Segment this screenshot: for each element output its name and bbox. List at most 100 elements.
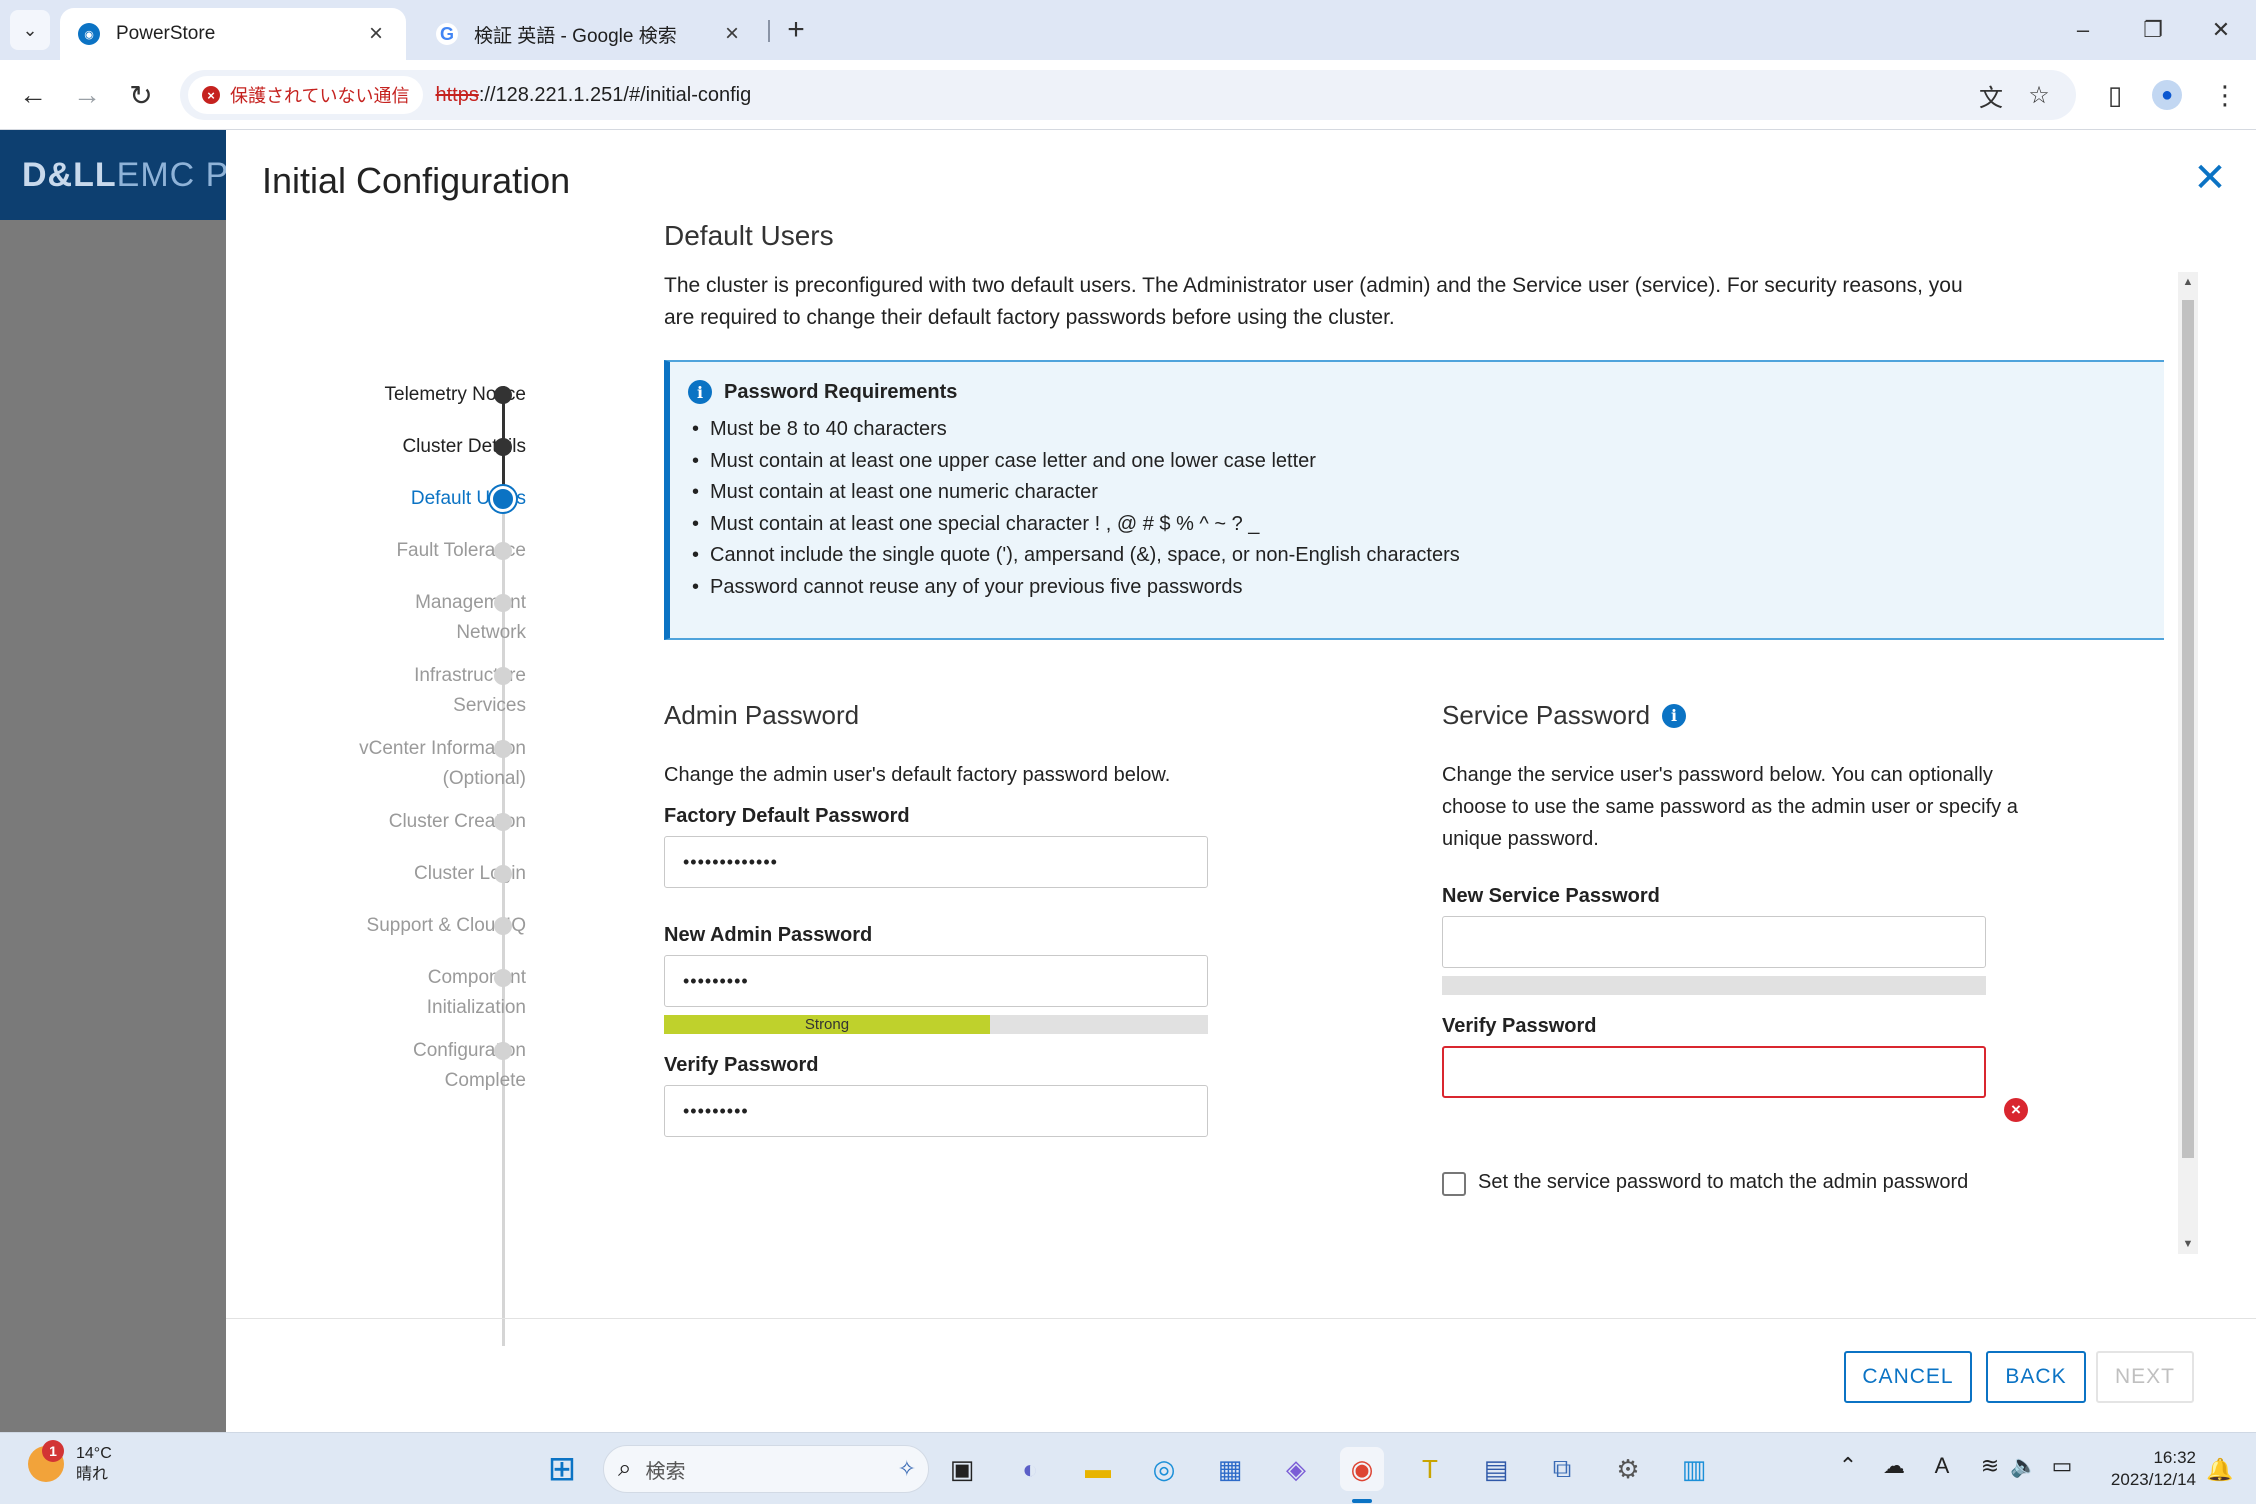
service-password-desc: Change the service user's password below…	[1442, 764, 2018, 850]
password-requirements-box: i Password Requirements Must be 8 to 40 …	[664, 360, 2164, 640]
next-button[interactable]: NEXT	[2096, 1351, 2194, 1403]
error-icon: ×	[2004, 1098, 2028, 1122]
list-item: Must contain at least one special charac…	[692, 509, 1460, 541]
tab-google-search[interactable]: G 検証 英語 - Google 検索 ×	[418, 8, 762, 60]
step-current-dot	[490, 486, 516, 512]
network-app-icon[interactable]: ⧉	[1540, 1447, 1584, 1491]
battery-icon[interactable]: ▭	[2046, 1453, 2078, 1479]
dell-emc-logo: D&LLEMC P	[22, 156, 230, 194]
edge-icon[interactable]: ◎	[1142, 1447, 1186, 1491]
factory-password-label: Factory Default Password	[664, 805, 910, 827]
info-icon[interactable]: i	[1662, 703, 1687, 728]
search-highlight-icon: ✧	[897, 1456, 916, 1481]
ime-icon[interactable]: A	[1926, 1453, 1958, 1479]
match-admin-checkbox[interactable]	[1442, 1172, 1466, 1196]
text-editor-icon[interactable]: T	[1408, 1447, 1452, 1491]
side-panel-icon[interactable]: ▯	[2094, 74, 2136, 116]
address-bar[interactable]: × 保護されていない通信 https://128.221.1.251/#/ini…	[180, 70, 2076, 120]
windows-taskbar: 1 14°C 晴れ ⊞ ⌕ 検索 ✧ ▣ ◐ ▬ ◎ ▦ ◈ ◉ T ▤ ⧉ ⚙…	[0, 1432, 2256, 1504]
scroll-down-icon[interactable]: ▼	[2178, 1234, 2198, 1254]
scroll-thumb[interactable]	[2182, 300, 2194, 1158]
reload-icon[interactable]: ↻	[120, 74, 162, 116]
security-label: 保護されていない通信	[230, 86, 410, 106]
admin-password-title: Admin Password	[664, 700, 860, 730]
scroll-up-icon[interactable]: ▲	[2178, 272, 2198, 292]
back-icon[interactable]: ←	[12, 74, 54, 116]
system-clock[interactable]: 16:32 2023/12/14	[2090, 1447, 2196, 1491]
tab-separator	[768, 20, 770, 42]
step-cluster-details: Cluster Details	[402, 436, 526, 457]
step-pending-dot	[494, 917, 512, 935]
step-cluster-creation: Cluster Creation	[388, 811, 526, 832]
chat-icon[interactable]: ◐	[1008, 1447, 1052, 1491]
password-strength-meter: Strong	[664, 1015, 1208, 1034]
file-explorer-icon[interactable]: ▬	[1076, 1447, 1120, 1491]
cancel-button[interactable]: CANCEL	[1844, 1351, 1972, 1403]
browser-tab-strip: ⌄ ◉ PowerStore × G 検証 英語 - Google 検索 × +…	[0, 0, 2256, 60]
notepad-icon[interactable]: ▥	[1672, 1447, 1716, 1491]
close-window-button[interactable]: ✕	[2196, 10, 2246, 50]
active-app-indicator	[1352, 1499, 1372, 1503]
temperature: 14°C	[76, 1445, 112, 1462]
step-default-users: Default Users	[410, 488, 526, 509]
settings-gear-icon[interactable]: ⚙	[1606, 1447, 1650, 1491]
verify-service-password-input[interactable]	[1442, 1046, 1986, 1098]
bookmark-star-icon[interactable]: ☆	[2022, 78, 2056, 112]
verify-admin-password-input[interactable]: •••••••••	[664, 1085, 1208, 1137]
url-text[interactable]: https://128.221.1.251/#/initial-config	[435, 84, 751, 107]
content-scrollbar[interactable]: ▲ ▼	[2178, 272, 2198, 1254]
close-tab-icon[interactable]: ×	[364, 20, 388, 48]
admin-password-desc: Change the admin user's default factory …	[664, 764, 1171, 786]
close-tab-icon[interactable]: ×	[720, 20, 744, 48]
step-pending-dot	[494, 542, 512, 560]
section-title: Default Users	[664, 220, 834, 251]
profile-avatar-icon[interactable]: ●	[2146, 74, 2188, 116]
tab-powerstore[interactable]: ◉ PowerStore ×	[60, 8, 406, 60]
weather-widget[interactable]: 1 14°C 晴れ	[28, 1440, 112, 1485]
admin-password-section: Admin Password Change the admin user's d…	[664, 700, 1224, 1137]
copilot-icon[interactable]: ◈	[1274, 1447, 1318, 1491]
taskbar-search[interactable]: ⌕ 検索 ✧	[603, 1445, 929, 1493]
notification-badge: 1	[42, 1440, 64, 1462]
remote-desktop-icon[interactable]: ▤	[1474, 1447, 1518, 1491]
default-users-panel: Default Users The cluster is preconfigur…	[664, 220, 2164, 1260]
step-pending-dot	[494, 865, 512, 883]
task-view-icon[interactable]: ▣	[940, 1447, 984, 1491]
notification-bell-icon[interactable]: 🔔	[2206, 1457, 2233, 1483]
requirements-heading: i Password Requirements	[688, 380, 957, 404]
store-icon[interactable]: ▦	[1208, 1447, 1252, 1491]
verify-service-password-label: Verify Password	[1442, 1015, 1597, 1037]
security-warning-chip[interactable]: × 保護されていない通信	[188, 76, 424, 114]
restore-button[interactable]: ❐	[2128, 10, 2178, 50]
minimize-button[interactable]: –	[2058, 10, 2108, 50]
close-icon[interactable]: ✕	[2190, 156, 2230, 200]
more-menu-icon[interactable]: ⋮	[2204, 74, 2246, 116]
weather-condition: 晴れ	[76, 1466, 109, 1483]
step-complete-dot	[494, 386, 512, 404]
step-pending-dot	[494, 1042, 512, 1060]
requirements-list: Must be 8 to 40 characters Must contain …	[692, 414, 1460, 603]
chevron-down-icon: ⌄	[22, 19, 38, 40]
chrome-icon[interactable]: ◉	[1340, 1447, 1384, 1491]
factory-password-input[interactable]: •••••••••••••	[664, 836, 1208, 888]
volume-icon[interactable]: 🔈	[2008, 1453, 2040, 1479]
match-admin-checkbox-label[interactable]: Set the service password to match the ad…	[1478, 1166, 1998, 1198]
wifi-icon[interactable]: ≋	[1974, 1453, 2006, 1479]
new-service-password-input[interactable]	[1442, 916, 1986, 968]
forward-icon[interactable]: →	[66, 74, 108, 116]
translate-icon[interactable]: 文	[1974, 78, 2008, 112]
new-tab-button[interactable]: +	[778, 12, 814, 48]
warning-icon: ×	[202, 86, 220, 104]
onedrive-cloud-icon[interactable]: ☁	[1878, 1453, 1910, 1479]
windows-start-icon[interactable]: ⊞	[540, 1447, 584, 1491]
step-pending-dot	[494, 969, 512, 987]
list-item: Password cannot reuse any of your previo…	[692, 572, 1460, 604]
clock-date: 2023/12/14	[2110, 1470, 2196, 1489]
step-cluster-login: Cluster Login	[414, 863, 526, 884]
new-admin-password-input[interactable]: •••••••••	[664, 955, 1208, 1007]
tab-search-button[interactable]: ⌄	[10, 10, 50, 50]
chevron-up-icon[interactable]: ⌃	[1832, 1453, 1864, 1479]
list-item: Must be 8 to 40 characters	[692, 414, 1460, 446]
initial-configuration-dialog: Initial Configuration ✕ Telemetry Notice…	[226, 130, 2256, 1432]
back-button[interactable]: BACK	[1986, 1351, 2086, 1403]
